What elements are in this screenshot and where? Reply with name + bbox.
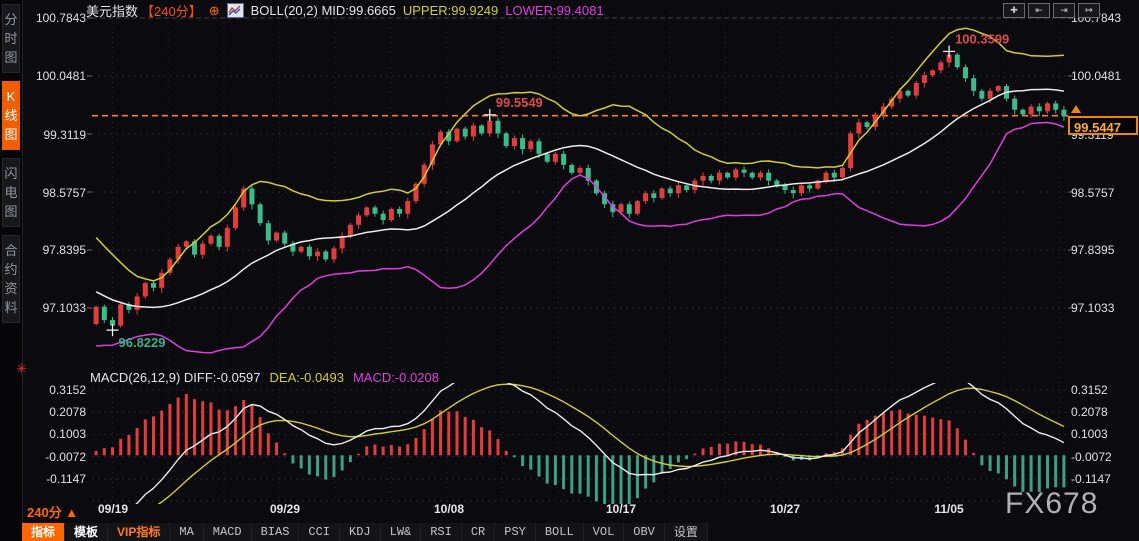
toolbar-item-vip-indicator[interactable]: VIP指标: [108, 523, 171, 541]
toolbar-item-indicator[interactable]: 指标: [22, 523, 66, 541]
macd-axis-label: 0.1003: [49, 427, 86, 441]
toolbar-item-cci[interactable]: CCI: [299, 523, 341, 541]
symbol-name: 美元指数: [86, 4, 139, 19]
sidebar-tab-kline-chart[interactable]: K线图: [2, 81, 20, 150]
boll-mid-readout: BOLL(20,2) MID:99.6665: [250, 3, 396, 18]
sidebar-tab-flash-chart[interactable]: 闪电图: [2, 158, 20, 227]
toolbar-item-obv[interactable]: OBV: [624, 523, 665, 541]
macd-dea-readout: DEA:-0.0493: [269, 370, 344, 385]
period-selector[interactable]: 240分 ▲: [27, 502, 78, 521]
toolbar-item-ma[interactable]: MA: [170, 523, 204, 541]
mini-chart-icon[interactable]: [226, 3, 244, 18]
alert-star-icon: ✳: [16, 361, 27, 376]
price-axis-label: 99.3119: [43, 128, 87, 142]
toolbar-item-lwr[interactable]: LW&: [380, 523, 422, 541]
svg-text:100.3599: 100.3599: [955, 31, 1009, 46]
macd-value-readout: MACD:-0.0208: [352, 370, 439, 385]
boll-lower-readout: LOWER:99.4081: [505, 3, 604, 18]
fx678-watermark: FX678: [1005, 487, 1099, 520]
window-controls: ✚ ⇤ ⇥ ↦: [1003, 3, 1100, 18]
sidebar-tab-time-chart[interactable]: 分时图: [2, 4, 20, 73]
toolbar-item-macd[interactable]: MACD: [203, 523, 252, 541]
chart-type-sidebar: 分时图 K线图 闪电图 合约资料: [0, 0, 23, 541]
toolbar-item-boll[interactable]: BOLL: [535, 523, 584, 541]
exit-right-icon[interactable]: ↦: [1078, 3, 1100, 18]
price-axis-label: 98.5757: [42, 186, 86, 200]
macd-axis-label: 0.2078: [1071, 405, 1108, 419]
toolbar-item-rsi[interactable]: RSI: [421, 523, 462, 541]
shrink-right-icon[interactable]: ⇥: [1053, 3, 1075, 18]
add-indicator-icon[interactable]: ⊕: [209, 3, 220, 19]
period-label: 【240分】: [141, 4, 202, 19]
date-axis-label: 09/29: [269, 502, 301, 516]
toolbar-item-cr[interactable]: CR: [461, 523, 496, 541]
current-price-tag: 99.5447: [1068, 116, 1138, 135]
shrink-left-icon[interactable]: ⇤: [1028, 3, 1050, 18]
date-axis-label: 11/05: [934, 502, 964, 516]
price-axis-label: 98.5757: [1071, 186, 1115, 200]
macd-axis-label: -0.1147: [1071, 472, 1111, 486]
pan-icon[interactable]: ✚: [1003, 3, 1025, 18]
macd-axis-label: -0.1147: [46, 472, 86, 486]
boll-upper-readout: UPPER:99.9249: [402, 3, 499, 18]
toolbar-item-psy[interactable]: PSY: [495, 523, 536, 541]
price-axis-label: 97.1033: [42, 301, 86, 315]
date-axis-label: 10/08: [433, 502, 465, 516]
price-marker-triangle: [1071, 105, 1081, 113]
toolbar-item-template[interactable]: 模板: [65, 523, 109, 541]
svg-text:99.5549: 99.5549: [496, 95, 543, 110]
toolbar-item-vol[interactable]: VOL: [583, 523, 625, 541]
sidebar-tab-contract-info[interactable]: 合约资料: [2, 235, 20, 323]
toolbar-item-bias[interactable]: BIAS: [251, 523, 300, 541]
price-axis-label: 100.0481: [1071, 69, 1122, 83]
toolbar-item-settings[interactable]: 设置: [664, 523, 708, 541]
chart-canvas[interactable]: 96.8229 99.5549 100.3599: [0, 0, 1139, 541]
price-axis-label: 100.7843: [35, 11, 86, 25]
macd-axis-label: -0.0072: [1071, 450, 1112, 464]
chart-title-bar: 美元指数 【240分】 ⊕ BOLL(20,2) MID:99.6665 UPPE…: [86, 2, 604, 20]
price-axis-label: 100.0481: [35, 69, 86, 83]
svg-text:96.8229: 96.8229: [119, 335, 166, 350]
price-axis-label: 97.1033: [1071, 301, 1115, 315]
macd-axis-label: 0.1003: [1071, 427, 1108, 441]
price-axis-label: 97.8395: [1071, 243, 1115, 257]
macd-axis-label: 0.3152: [1071, 383, 1108, 397]
indicator-toolbar: 指标 模板 VIP指标 MA MACD BIAS CCI KDJ LW& RSI…: [22, 523, 1139, 541]
macd-header: MACD(26,12,9) DIFF:-0.0597 DEA:-0.0493 M…: [90, 370, 439, 385]
chart-application-window: 96.8229 99.5549 100.3599 分时图 K线图 闪电图 合约资料 …: [0, 0, 1139, 541]
toolbar-item-kdj[interactable]: KDJ: [340, 523, 381, 541]
date-axis-label: 10/17: [605, 502, 637, 516]
macd-axis-label: 0.2078: [49, 405, 86, 419]
macd-diff-readout: MACD(26,12,9) DIFF:-0.0597: [90, 370, 261, 385]
date-axis-label: 09/19: [97, 502, 129, 516]
macd-axis-label: -0.0072: [45, 450, 86, 464]
price-axis-label: 97.8395: [42, 243, 86, 257]
macd-axis-label: 0.3152: [49, 383, 86, 397]
date-axis-label: 10/27: [769, 502, 801, 516]
